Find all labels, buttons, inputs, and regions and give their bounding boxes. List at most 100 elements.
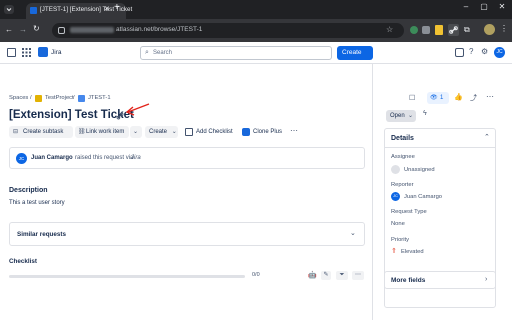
checklist-icon [185,128,193,136]
browser-toolbar: ← → ↻ atlassian.net/browse/JTEST-1 ☆ ⧉ ⋮ [0,19,512,42]
clone-plus-icon [242,128,250,136]
create-subtask-button[interactable]: ⊟ Create subtask [9,126,73,138]
jira-page: Jira ⌕ Search Create ? ⚙ JC Spaces / Tes… [0,42,512,320]
activity-user[interactable]: Juan Camargo [31,155,73,161]
eye-icon: 👁 [430,95,438,101]
close-window-button[interactable]: ✕ [494,0,510,14]
new-tab-button[interactable]: + [114,2,120,13]
jira-top-nav: Jira ⌕ Search Create ? ⚙ JC [0,42,512,64]
create-button[interactable]: Create [337,46,373,60]
sidebar-toggle-icon[interactable] [7,48,16,57]
status-label: Open [390,113,405,119]
jira-logo-icon[interactable] [38,47,48,57]
maximize-button[interactable]: ▢ [476,0,492,14]
checklist-filter-icon[interactable]: ⏷ [336,271,348,280]
more-options-icon[interactable]: ⋯ [486,92,494,101]
priority-value[interactable]: Elevated [401,249,424,255]
link-extension-icon[interactable] [448,24,459,36]
checklist-emoji-icon[interactable]: 🤖 [308,271,317,279]
description-heading: Description [9,187,48,194]
description-text[interactable]: This a test user story [9,200,65,206]
unassigned-avatar-icon [391,165,400,174]
add-checklist-button[interactable]: Add Checklist [183,126,236,138]
jira-search-input[interactable]: ⌕ Search [140,46,332,60]
chevron-down-icon: ⌄ [408,113,414,119]
extension-yellow-icon[interactable] [435,25,443,35]
create-action-label: Create [149,129,168,135]
activity-text: raised this request via [75,155,134,161]
watch-button[interactable]: 👁 1 [427,92,449,104]
assignee-value[interactable]: Unassigned [404,167,435,173]
create-subtask-label: Create subtask [23,129,64,135]
status-dropdown[interactable]: Open ⌄ [386,110,416,122]
project-icon [35,95,42,102]
request-type-label: Request Type [391,209,427,215]
link-work-item-button[interactable]: ⛓ Link work item [75,126,129,138]
checklist-progress-text: 0/0 [252,272,260,278]
chevron-down-icon: ⌄ [350,230,356,237]
help-icon[interactable]: ? [469,47,473,56]
extensions-puzzle-icon[interactable]: ⧉ [464,25,470,35]
link-dropdown-button[interactable]: ⌄ [130,126,142,138]
more-fields-panel[interactable]: More fields › [384,271,496,289]
checklist-progress-bar [9,275,245,278]
notifications-icon[interactable] [455,48,464,57]
reporter-label: Reporter [391,182,414,188]
panel-divider [372,64,373,320]
details-divider [385,147,495,148]
header-avatar[interactable]: JC [494,47,505,58]
tab-close-icon[interactable]: ✕ [104,5,110,13]
link-icon: ⛓ [78,129,86,135]
browser-menu-icon[interactable]: ⋮ [500,24,508,33]
site-info-icon[interactable] [58,27,65,34]
activity-channel: Jira [131,155,141,161]
link-work-item-label: Link work item [86,129,125,135]
back-arrow-icon[interactable]: ← [5,25,13,34]
browser-tab-active[interactable]: [JTEST-1] [Extension] Test Ticket [26,3,132,19]
add-checklist-label: Add Checklist [196,129,233,135]
browser-tab-strip: [JTEST-1] [Extension] Test Ticket ✕ + – … [0,0,512,19]
share-icon[interactable]: ⤴ [470,93,477,103]
clone-plus-label: Clone Plus [253,129,283,135]
breadcrumb-project[interactable]: TestProject [45,95,74,101]
reporter-value[interactable]: Juan Camargo [404,194,442,200]
breadcrumb-spaces[interactable]: Spaces [9,95,28,101]
chevron-right-icon: › [485,276,488,283]
search-icon: ⌕ [145,49,149,56]
create-dropdown-button[interactable]: Create ⌄ [145,126,178,138]
chevron-up-icon[interactable]: ⌃ [484,133,490,141]
extension-gray-icon[interactable] [422,26,430,34]
address-bar[interactable]: atlassian.net/browse/JTEST-1 ☆ [52,23,404,38]
settings-gear-icon[interactable]: ⚙ [481,47,488,56]
annotation-arrow-title [125,103,150,116]
bookmark-star-icon[interactable]: ☆ [386,25,393,34]
extension-green-icon[interactable] [410,26,418,34]
create-label: Create [342,49,362,56]
forward-arrow-icon[interactable]: → [19,25,27,34]
feedback-icon[interactable]: ☐ [409,94,415,102]
issue-type-icon [78,95,85,102]
similar-requests-panel[interactable]: Similar requests ⌄ [9,222,365,246]
jira-product-name[interactable]: Jira [51,49,61,56]
like-icon[interactable]: 👍 [454,93,463,101]
subtask-icon: ⊟ [13,129,19,135]
clone-plus-button[interactable]: Clone Plus [240,126,284,138]
request-activity-card: JC Juan Camargo raised this request via … [9,147,365,169]
app-switcher-icon[interactable] [22,48,31,57]
lightning-icon[interactable]: ϟ [423,110,427,117]
profile-avatar[interactable] [484,24,495,35]
details-heading[interactable]: Details [391,135,414,142]
checklist-edit-icon[interactable]: ✎ [321,271,331,280]
request-type-value[interactable]: None [391,221,405,227]
breadcrumb-issue-key[interactable]: JTEST-1 [88,95,111,101]
jira-favicon-icon [30,7,37,14]
similar-requests-label: Similar requests [17,231,66,238]
tab-search-button[interactable] [4,5,14,14]
more-actions-button[interactable]: ⋯ [290,126,298,135]
breadcrumb-separator: / [73,95,75,101]
checklist-more-icon[interactable]: ⋯ [352,271,364,280]
url-redacted [70,27,114,33]
minimize-button[interactable]: – [458,0,474,14]
watch-count: 1 [440,95,444,101]
reload-icon[interactable]: ↻ [33,24,40,33]
